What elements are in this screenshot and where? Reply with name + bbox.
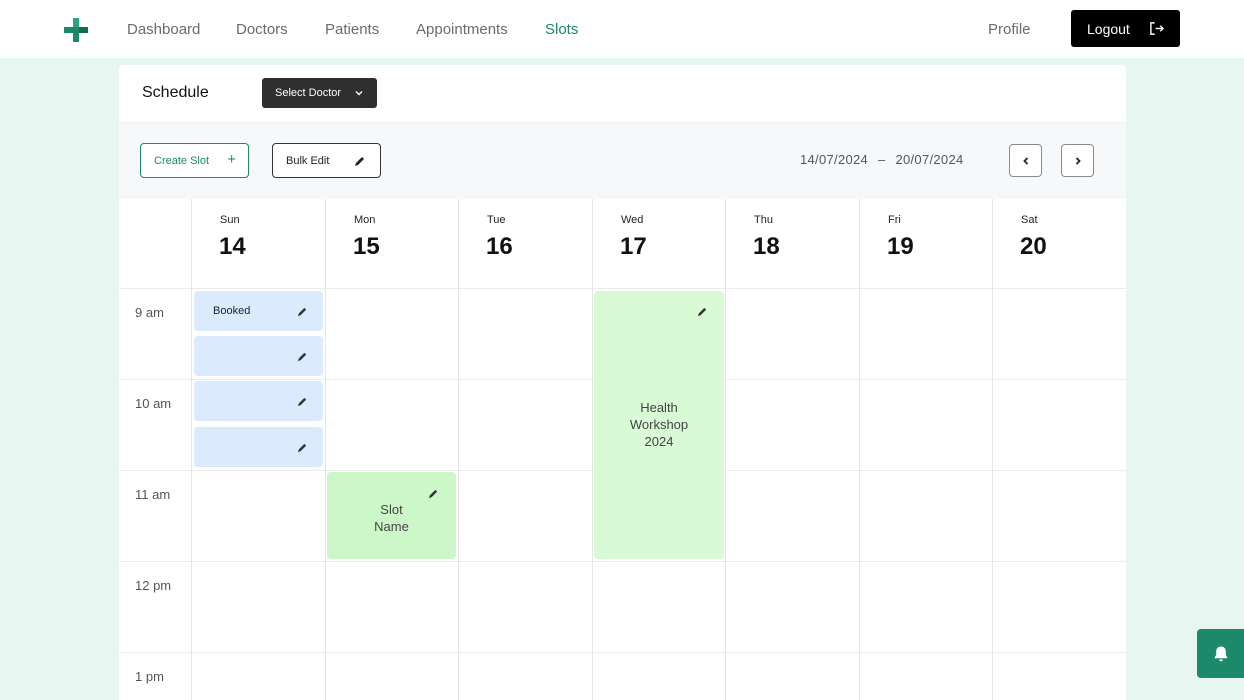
event-title-line: 2024 — [644, 434, 674, 449]
next-week-button[interactable] — [1061, 144, 1094, 177]
bell-icon — [1214, 646, 1227, 661]
day-name: Wed — [621, 214, 644, 226]
select-doctor-dropdown[interactable]: Select Doctor — [262, 78, 377, 108]
nav-patients[interactable]: Patients — [325, 21, 379, 38]
day-column-thu: Thu 18 — [725, 199, 859, 700]
edit-pencil-icon[interactable] — [297, 442, 308, 453]
slot-status-label: Booked — [213, 305, 251, 317]
slot-named[interactable]: Slot Name — [327, 472, 456, 559]
schedule-title: Schedule — [142, 84, 209, 101]
nav-dashboard[interactable]: Dashboard — [127, 21, 200, 38]
logout-button[interactable]: Logout — [1071, 10, 1180, 47]
day-name: Mon — [354, 214, 376, 226]
slot-name-line: Slot — [380, 502, 403, 517]
day-name: Thu — [754, 214, 773, 226]
day-column-fri: Fri 19 — [859, 199, 992, 700]
pencil-icon — [355, 157, 364, 166]
edit-pencil-icon[interactable] — [697, 306, 708, 317]
event-title: Health Workshop 2024 — [594, 399, 724, 450]
chevron-left-icon — [1022, 156, 1028, 165]
day-name: Fri — [888, 214, 901, 226]
day-number: 15 — [353, 233, 380, 260]
logout-label: Logout — [1087, 20, 1130, 37]
bulk-edit-button[interactable]: Bulk Edit — [272, 143, 381, 178]
day-name: Tue — [487, 214, 506, 226]
calendar-grid: 9 am 10 am 11 am 12 pm 1 pm Sun 14 Mon 1… — [119, 199, 1126, 700]
create-slot-label: Create Slot — [154, 154, 210, 167]
prev-week-button[interactable] — [1009, 144, 1042, 177]
clinic-logo-icon[interactable] — [64, 18, 88, 42]
event-health-workshop[interactable]: Health Workshop 2024 — [594, 291, 724, 559]
day-number: 17 — [620, 233, 647, 260]
time-label: 11 am — [135, 487, 171, 502]
chevron-right-icon — [1075, 156, 1081, 165]
create-slot-button[interactable]: Create Slot + — [140, 143, 249, 178]
day-name: Sat — [1021, 214, 1038, 226]
day-number: 20 — [1020, 233, 1047, 260]
day-number: 19 — [887, 233, 914, 260]
schedule-card: Schedule Select Doctor Create Slot + Bul… — [119, 65, 1126, 700]
date-range-end: 20/07/2024 — [895, 152, 964, 167]
edit-pencil-icon[interactable] — [297, 351, 308, 362]
day-number: 14 — [219, 233, 246, 260]
select-doctor-label: Select Doctor — [275, 87, 342, 99]
edit-pencil-icon[interactable] — [297, 396, 308, 407]
day-number: 18 — [753, 233, 780, 260]
plus-icon: + — [227, 151, 236, 168]
slot-available[interactable] — [194, 336, 323, 376]
slot-booked[interactable]: Booked — [194, 291, 323, 331]
day-column-tue: Tue 16 — [458, 199, 592, 700]
edit-pencil-icon[interactable] — [297, 306, 308, 317]
day-column-mon: Mon 15 — [325, 199, 458, 700]
day-number: 16 — [486, 233, 513, 260]
slot-available[interactable] — [194, 427, 323, 467]
event-title-line: Workshop — [629, 417, 689, 432]
nav-slots[interactable]: Slots — [545, 21, 578, 38]
slot-name-line: Name — [374, 519, 409, 534]
edit-pencil-icon[interactable] — [428, 488, 439, 499]
time-label: 10 am — [135, 396, 172, 411]
nav-appointments[interactable]: Appointments — [416, 21, 508, 38]
date-range-start: 14/07/2024 — [800, 152, 869, 167]
notification-button[interactable] — [1197, 629, 1244, 678]
schedule-toolbar: Create Slot + Bulk Edit 14/07/2024 – 20/… — [119, 121, 1126, 199]
slot-name: Slot Name — [327, 501, 456, 535]
logout-icon — [1150, 22, 1164, 35]
event-title-line: Health — [640, 400, 678, 415]
top-nav: Dashboard Doctors Patients Appointments … — [0, 0, 1244, 58]
date-range: 14/07/2024 – 20/07/2024 — [800, 152, 964, 167]
chevron-down-icon — [355, 91, 363, 96]
slot-available[interactable] — [194, 381, 323, 421]
time-label: 1 pm — [135, 669, 164, 684]
nav-doctors[interactable]: Doctors — [236, 21, 288, 38]
time-label: 12 pm — [135, 578, 172, 593]
nav-profile[interactable]: Profile — [988, 21, 1031, 38]
date-range-separator: – — [878, 152, 886, 167]
time-label: 9 am — [135, 305, 164, 320]
schedule-header: Schedule Select Doctor — [119, 65, 1126, 121]
bulk-edit-label: Bulk Edit — [286, 154, 330, 167]
day-column-sat: Sat 20 — [992, 199, 1126, 700]
day-name: Sun — [220, 214, 240, 226]
